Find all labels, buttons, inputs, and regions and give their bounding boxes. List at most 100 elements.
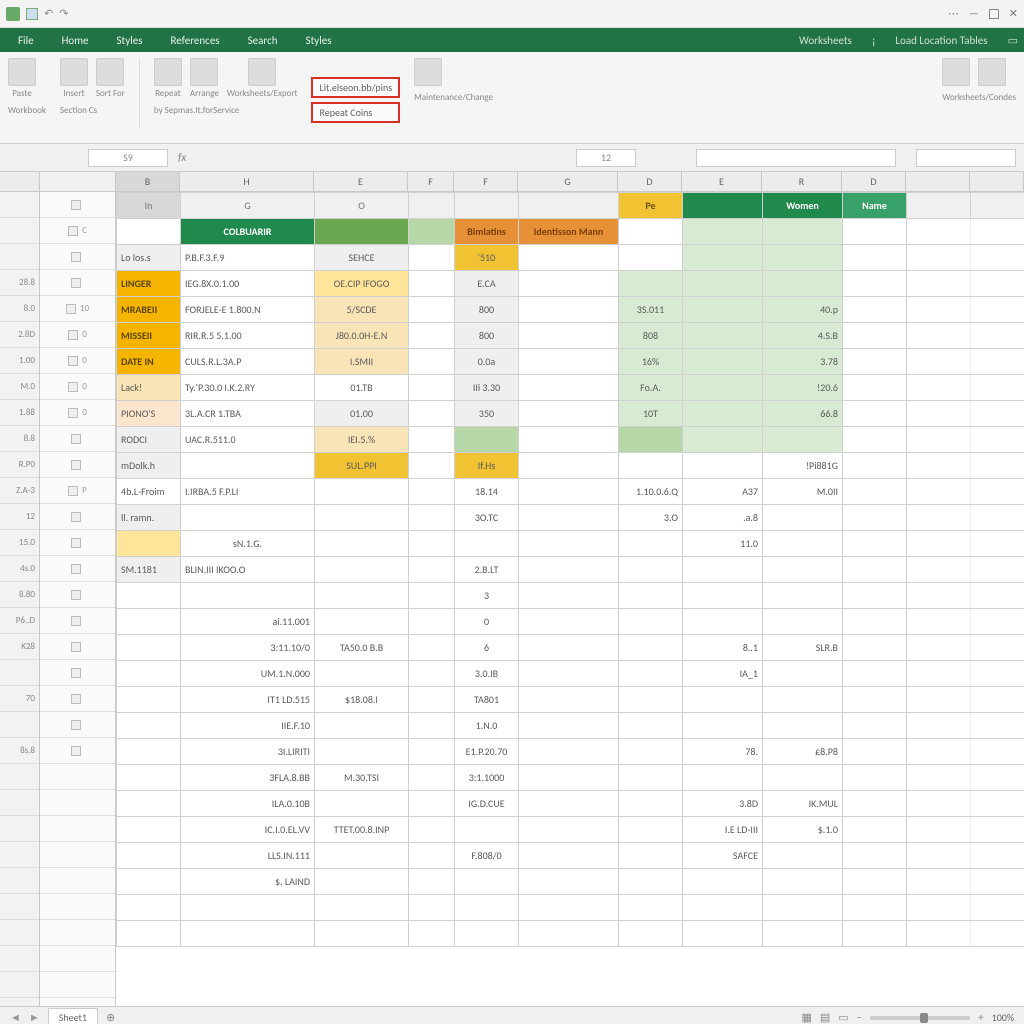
name-box[interactable]: S9 [88, 149, 168, 167]
cell[interactable] [409, 609, 455, 635]
cell[interactable] [907, 271, 971, 297]
cell[interactable]: sN.1.G. [181, 531, 315, 557]
cell[interactable] [971, 479, 1024, 505]
cell[interactable] [971, 791, 1024, 817]
cell[interactable] [907, 609, 971, 635]
cell[interactable] [117, 219, 181, 245]
cell[interactable]: 3:1.1000 [455, 765, 519, 791]
outline-row[interactable]: 0 [40, 322, 115, 348]
cell[interactable] [971, 921, 1024, 947]
cell[interactable]: .a.8 [683, 505, 763, 531]
cell[interactable] [117, 843, 181, 869]
cell[interactable] [907, 661, 971, 687]
outline-row[interactable]: C [40, 218, 115, 244]
outline-row[interactable] [40, 660, 115, 686]
cell[interactable] [971, 297, 1024, 323]
row-header[interactable] [0, 192, 39, 218]
cell[interactable] [519, 921, 619, 947]
col-header-l[interactable] [906, 172, 970, 191]
cell[interactable] [117, 635, 181, 661]
tab-info-icon[interactable]: ¡ [866, 28, 882, 52]
cell[interactable]: 3:11.10/0 [181, 635, 315, 661]
row-header[interactable]: 70 [0, 686, 39, 712]
cell[interactable]: !Pi881G [763, 453, 843, 479]
cell[interactable] [763, 765, 843, 791]
cell[interactable]: 3.78 [763, 349, 843, 375]
outline-toggle-icon[interactable] [71, 616, 81, 626]
cell[interactable] [619, 817, 683, 843]
cell[interactable] [181, 921, 315, 947]
cell[interactable] [907, 557, 971, 583]
row-header[interactable] [0, 790, 39, 816]
cell[interactable] [683, 427, 763, 453]
outline-row[interactable] [40, 556, 115, 582]
cell[interactable]: LLS.IN.111 [181, 843, 315, 869]
outline-row[interactable] [40, 504, 115, 530]
cell[interactable] [843, 219, 907, 245]
cell[interactable] [843, 427, 907, 453]
cell[interactable] [117, 687, 181, 713]
col-header-e[interactable]: F [408, 172, 454, 191]
cell[interactable]: DATE IN [117, 349, 181, 375]
outline-row[interactable] [40, 972, 115, 998]
cell[interactable]: F.808/0 [455, 843, 519, 869]
cell[interactable] [117, 531, 181, 557]
cell[interactable] [843, 895, 907, 921]
cell[interactable]: 3.8D [683, 791, 763, 817]
cell[interactable] [683, 375, 763, 401]
col-header-g[interactable]: G [518, 172, 618, 191]
row-header[interactable]: 8.8 [0, 426, 39, 452]
cell[interactable] [683, 557, 763, 583]
cell[interactable] [843, 765, 907, 791]
cell[interactable] [619, 427, 683, 453]
cell[interactable] [971, 219, 1024, 245]
cell[interactable] [315, 843, 409, 869]
row-header[interactable]: M.0 [0, 374, 39, 400]
cell[interactable]: 01.00 [315, 401, 409, 427]
cell[interactable] [619, 531, 683, 557]
cell[interactable] [619, 791, 683, 817]
view-normal-icon[interactable]: ▦ [801, 1011, 811, 1024]
cell[interactable] [971, 349, 1024, 375]
cell[interactable] [843, 739, 907, 765]
cell[interactable] [843, 843, 907, 869]
cell[interactable] [843, 921, 907, 947]
tab-search[interactable]: Search [234, 28, 292, 52]
col-header-h[interactable]: D [618, 172, 682, 191]
cell[interactable] [619, 583, 683, 609]
cell[interactable]: If.Hs [455, 453, 519, 479]
outline-row[interactable]: 0 [40, 348, 115, 374]
formula-aux-box[interactable] [696, 149, 896, 167]
cell[interactable] [683, 583, 763, 609]
sort-button[interactable]: Sort For [96, 58, 125, 99]
cell[interactable] [971, 661, 1024, 687]
cell[interactable] [971, 843, 1024, 869]
cell[interactable] [907, 583, 971, 609]
tab-home[interactable]: Home [48, 28, 103, 52]
subhdr-g[interactable] [519, 193, 619, 219]
cell[interactable] [971, 427, 1024, 453]
cell[interactable] [907, 453, 971, 479]
outline-toggle-icon[interactable] [71, 564, 81, 574]
outline-row[interactable] [40, 894, 115, 920]
cell[interactable] [763, 219, 843, 245]
outline-toggle-icon[interactable] [71, 512, 81, 522]
cell[interactable]: $. LAIND [181, 869, 315, 895]
subhdr-k[interactable]: Name [843, 193, 907, 219]
cell[interactable] [117, 713, 181, 739]
cell[interactable] [907, 427, 971, 453]
arrange-button[interactable]: Arrange [190, 58, 219, 99]
cell[interactable] [907, 297, 971, 323]
cell[interactable] [455, 531, 519, 557]
cell[interactable] [907, 765, 971, 791]
outline-toggle-icon[interactable] [71, 590, 81, 600]
cell[interactable] [519, 739, 619, 765]
cell[interactable] [619, 843, 683, 869]
cell[interactable] [907, 323, 971, 349]
cell[interactable]: 10T [619, 401, 683, 427]
outline-toggle-icon[interactable] [68, 226, 78, 236]
zoom-in-icon[interactable]: + [978, 1011, 983, 1024]
cell[interactable] [763, 687, 843, 713]
cell[interactable] [519, 609, 619, 635]
cell[interactable]: OE.CIP IFOGO [315, 271, 409, 297]
